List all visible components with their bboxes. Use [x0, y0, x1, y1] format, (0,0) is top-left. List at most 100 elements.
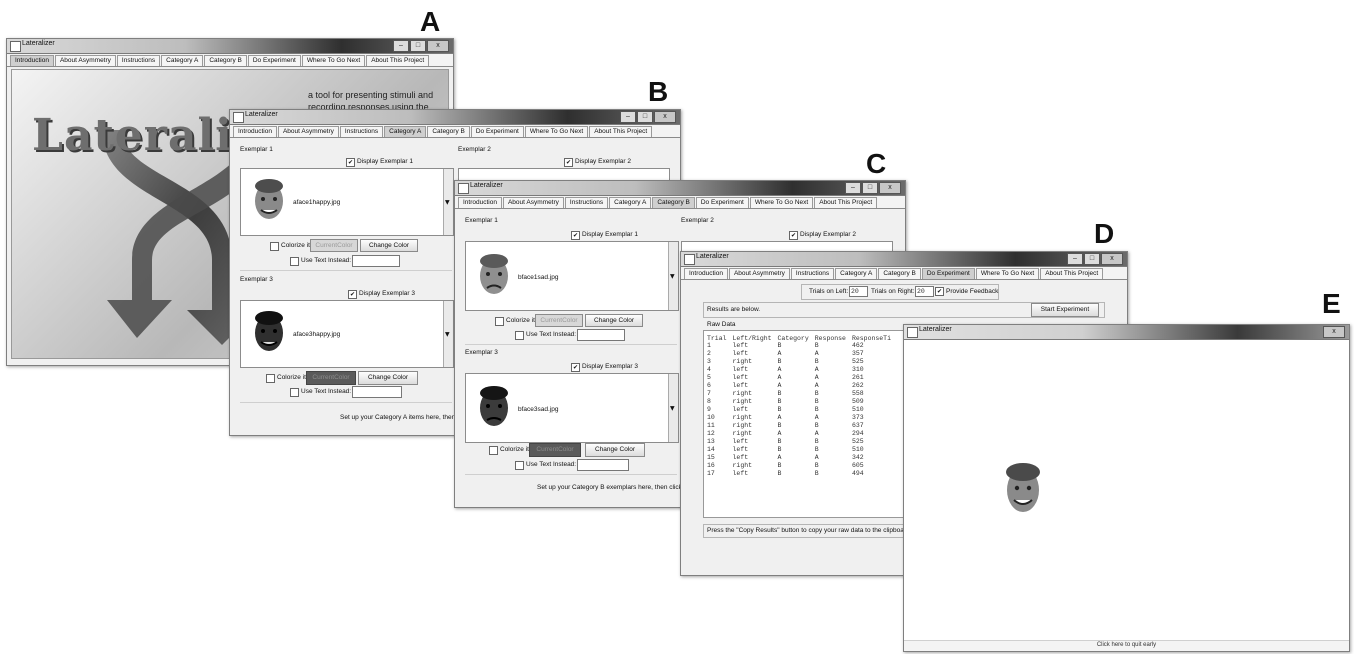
- change-color-button-1[interactable]: Change Color: [585, 314, 643, 327]
- tab-category-b[interactable]: Category B: [878, 268, 921, 279]
- tab-introduction[interactable]: Introduction: [458, 197, 502, 208]
- app-icon: [233, 112, 244, 123]
- use-text-input-3[interactable]: [577, 459, 629, 471]
- tab-do-experiment[interactable]: Do Experiment: [247, 55, 301, 66]
- dropdown-scroll[interactable]: ▼: [668, 374, 678, 442]
- tab-category-b[interactable]: Category B: [204, 55, 247, 66]
- tab-do-experiment[interactable]: Do Experiment: [921, 268, 975, 279]
- dropdown-scroll[interactable]: ▼: [443, 301, 453, 367]
- tab-where-to-go-next[interactable]: Where To Go Next: [749, 197, 814, 208]
- table-cell: B: [777, 422, 782, 429]
- minimize-button[interactable]: –: [393, 40, 409, 52]
- minimize-button[interactable]: –: [620, 111, 636, 123]
- trials-on-left-input[interactable]: 20: [849, 286, 868, 297]
- tab-about-asymmetry[interactable]: About Asymmetry: [502, 197, 564, 208]
- tab-introduction[interactable]: Introduction: [233, 126, 277, 137]
- colorize-checkbox-3[interactable]: [489, 446, 498, 455]
- close-button[interactable]: x: [654, 111, 676, 123]
- quit-early-text[interactable]: Click here to quit early: [904, 642, 1349, 648]
- current-color-button-1[interactable]: CurrentColor: [310, 239, 358, 252]
- display-exemplar-1-checkbox[interactable]: ✔: [571, 231, 580, 240]
- use-text-checkbox-1[interactable]: [290, 257, 299, 266]
- exemplar-1-filename: bface1sad.jpg: [518, 274, 559, 281]
- tab-about-this-project[interactable]: About This Project: [366, 55, 430, 66]
- tab-about-this-project[interactable]: About This Project: [814, 197, 878, 208]
- use-text-input-3[interactable]: [352, 386, 402, 398]
- minimize-button[interactable]: –: [845, 182, 861, 194]
- colorize-checkbox-1[interactable]: [495, 317, 504, 326]
- tab-about-asymmetry[interactable]: About Asymmetry: [728, 268, 790, 279]
- table-cell: left: [732, 382, 749, 389]
- maximize-button[interactable]: □: [1084, 253, 1100, 265]
- current-color-button-1[interactable]: CurrentColor: [535, 314, 583, 327]
- tab-where-to-go-next[interactable]: Where To Go Next: [524, 126, 589, 137]
- tab-instructions[interactable]: Instructions: [339, 126, 384, 137]
- use-text-checkbox-3[interactable]: [515, 461, 524, 470]
- use-text-input-1[interactable]: [577, 329, 625, 341]
- tab-category-a[interactable]: Category A: [161, 55, 204, 66]
- change-color-button-3[interactable]: Change Color: [358, 371, 418, 385]
- tab-introduction[interactable]: Introduction: [684, 268, 728, 279]
- exemplar-1-image-list[interactable]: bface1sad.jpg ▼: [465, 241, 679, 311]
- tab-do-experiment[interactable]: Do Experiment: [695, 197, 749, 208]
- use-text-label-3: Use Text Instead:: [526, 461, 577, 468]
- change-color-button-3[interactable]: Change Color: [585, 443, 645, 457]
- tab-do-experiment[interactable]: Do Experiment: [470, 126, 524, 137]
- exemplar-1-image-list[interactable]: aface1happy.jpg ▼: [240, 168, 454, 236]
- exemplar-3-image-list[interactable]: aface3happy.jpg ▼: [240, 300, 454, 368]
- exemplar-3-image-list[interactable]: bface3sad.jpg ▼: [465, 373, 679, 443]
- tab-instructions[interactable]: Instructions: [116, 55, 161, 66]
- title-bar[interactable]: Lateralizer – □ x: [681, 252, 1127, 267]
- tab-instructions[interactable]: Instructions: [790, 268, 835, 279]
- title-bar[interactable]: Lateralizer – □ x: [230, 110, 680, 125]
- display-exemplar-3-checkbox[interactable]: ✔: [571, 363, 580, 372]
- tab-about-this-project[interactable]: About This Project: [589, 126, 653, 137]
- close-button[interactable]: x: [879, 182, 901, 194]
- display-exemplar-2-checkbox[interactable]: ✔: [789, 231, 798, 240]
- maximize-button[interactable]: □: [410, 40, 426, 52]
- tab-category-a[interactable]: Category A: [384, 126, 427, 137]
- dropdown-scroll[interactable]: ▼: [668, 242, 678, 310]
- current-color-button-3[interactable]: CurrentColor: [529, 443, 581, 457]
- close-button[interactable]: x: [1101, 253, 1123, 265]
- close-button[interactable]: x: [427, 40, 449, 52]
- display-exemplar-2-checkbox[interactable]: ✔: [564, 158, 573, 167]
- face-image: [249, 309, 289, 357]
- tab-category-a[interactable]: Category A: [835, 268, 878, 279]
- stimulus-face-image: [1002, 458, 1044, 518]
- chevron-down-icon: ▼: [445, 199, 450, 206]
- current-color-button-3[interactable]: CurrentColor: [306, 371, 356, 385]
- colorize-checkbox-1[interactable]: [270, 242, 279, 251]
- tab-about-this-project[interactable]: About This Project: [1040, 268, 1104, 279]
- colorize-checkbox-3[interactable]: [266, 374, 275, 383]
- use-text-checkbox-3[interactable]: [290, 388, 299, 397]
- tab-about-asymmetry[interactable]: About Asymmetry: [54, 55, 116, 66]
- maximize-button[interactable]: □: [862, 182, 878, 194]
- use-text-input-1[interactable]: [352, 255, 400, 267]
- maximize-button[interactable]: □: [637, 111, 653, 123]
- table-cell: left: [732, 446, 749, 453]
- tab-category-a[interactable]: Category A: [609, 197, 652, 208]
- trials-on-right-input[interactable]: 20: [915, 286, 934, 297]
- minimize-button[interactable]: –: [1067, 253, 1083, 265]
- title-bar[interactable]: Lateralizer x: [904, 325, 1349, 340]
- tab-about-asymmetry[interactable]: About Asymmetry: [277, 126, 339, 137]
- display-exemplar-1-checkbox[interactable]: ✔: [346, 158, 355, 167]
- change-color-button-1[interactable]: Change Color: [360, 239, 418, 252]
- tab-where-to-go-next[interactable]: Where To Go Next: [975, 268, 1040, 279]
- provide-feedback-checkbox[interactable]: ✔: [935, 287, 944, 296]
- title-bar[interactable]: Lateralizer – □ x: [455, 181, 905, 196]
- tab-instructions[interactable]: Instructions: [564, 197, 609, 208]
- close-button[interactable]: x: [1323, 326, 1345, 338]
- table-cell: B: [814, 446, 819, 453]
- dropdown-scroll[interactable]: ▼: [443, 169, 453, 235]
- tab-introduction[interactable]: Introduction: [10, 55, 54, 66]
- tab-category-b[interactable]: Category B: [652, 197, 695, 208]
- quit-early-bar[interactable]: Click here to quit early: [904, 640, 1349, 651]
- use-text-checkbox-1[interactable]: [515, 331, 524, 340]
- display-exemplar-3-checkbox[interactable]: ✔: [348, 290, 357, 299]
- tab-category-b[interactable]: Category B: [427, 126, 470, 137]
- title-bar[interactable]: Lateralizer – □ x: [7, 39, 453, 54]
- start-experiment-button[interactable]: Start Experiment: [1031, 303, 1099, 317]
- tab-where-to-go-next[interactable]: Where To Go Next: [301, 55, 366, 66]
